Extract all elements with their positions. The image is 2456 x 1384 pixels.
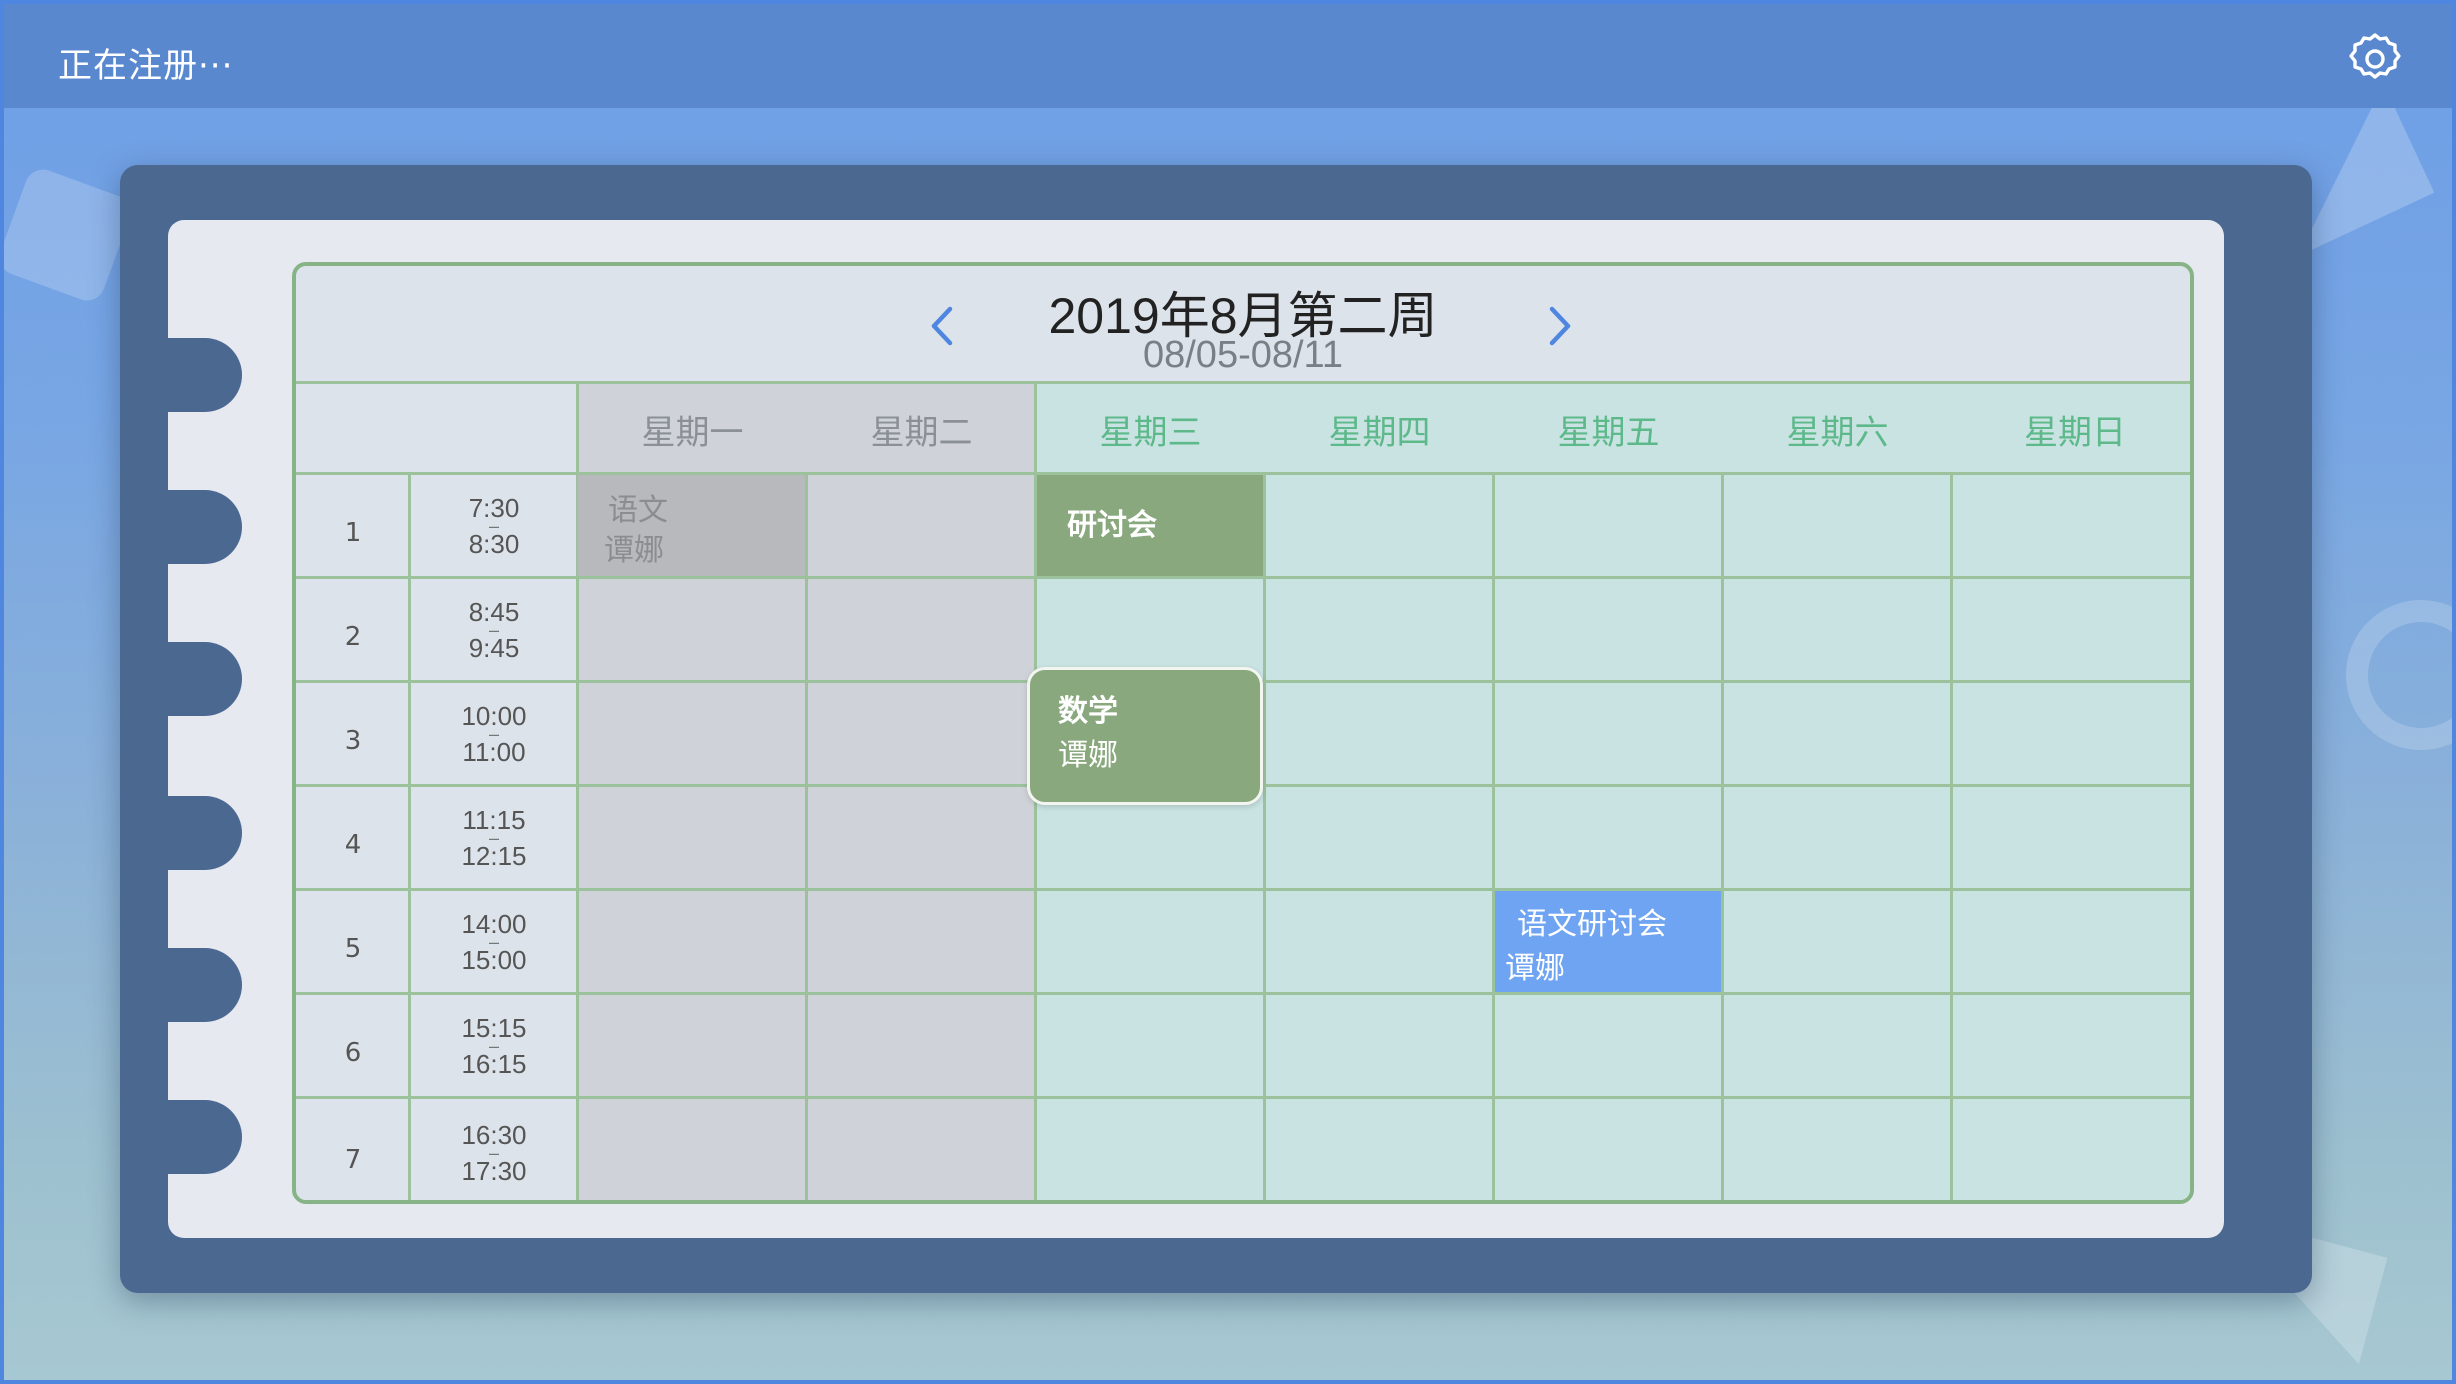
week-header: 2019年8月第二周 08/05-08/11 <box>296 266 2190 384</box>
grid-line <box>296 888 2190 891</box>
period-number: 3 <box>344 726 362 756</box>
binder-ring <box>168 490 242 564</box>
period-end: 16:15 <box>461 1049 527 1079</box>
grid-line <box>1263 472 1266 1200</box>
week-date-range: 08/05-08/11 <box>1142 334 1344 376</box>
status-title: 正在注册··· <box>58 46 234 86</box>
period-time: 10:00 – 11:00 <box>410 682 578 786</box>
class-card-math[interactable]: 数学 谭娜 <box>1027 667 1263 805</box>
class-subject: 语文 <box>608 493 668 528</box>
period-end: 8:30 <box>468 529 520 559</box>
period-number: 5 <box>344 934 362 964</box>
period-end: 12:15 <box>461 841 527 871</box>
period-row: 5 14:00 – 15:00 <box>296 890 2190 994</box>
class-card-chinese-mon[interactable]: 语文 谭娜 <box>578 475 805 576</box>
class-teacher: 谭娜 <box>604 533 664 568</box>
binder-ring <box>168 1100 242 1174</box>
settings-button[interactable] <box>2346 30 2404 88</box>
binder-ring <box>168 642 242 716</box>
grid-line <box>296 576 2190 579</box>
event-title: 研讨会 <box>1067 507 1157 543</box>
period-number: 7 <box>344 1145 362 1175</box>
period-row: 6 15:15 – 16:15 <box>296 994 2190 1098</box>
period-end: 17:30 <box>461 1156 527 1186</box>
grid-line <box>296 992 2190 995</box>
next-week-button[interactable] <box>1536 298 1586 354</box>
class-subject: 数学 <box>1058 694 1118 729</box>
day-header-fri: 星期五 <box>1557 412 1660 453</box>
day-header-mon: 星期一 <box>641 412 744 453</box>
day-header-row: 星期一 星期二 星期三 星期四 星期五 星期六 星期日 <box>296 384 2190 474</box>
day-header-thu: 星期四 <box>1328 412 1431 453</box>
grid-line <box>1950 472 1953 1200</box>
period-end: 9:45 <box>468 633 520 663</box>
period-row: 7 16:30 – 17:30 <box>296 1098 2190 1200</box>
day-header-sat: 星期六 <box>1786 412 1889 453</box>
period-number: 6 <box>344 1038 362 1068</box>
background-decoration <box>2346 600 2456 750</box>
period-time: 11:15 – 12:15 <box>410 786 578 890</box>
grid-line <box>805 472 808 1200</box>
period-end: 11:00 <box>462 737 526 767</box>
day-header-tue: 星期二 <box>870 412 973 453</box>
event-card-seminar[interactable]: 研讨会 <box>1037 475 1263 576</box>
binder-ring <box>168 338 242 412</box>
timetable-grid: 星期一 星期二 星期三 星期四 星期五 星期六 星期日 1 7:30 – 8:3… <box>296 384 2190 1200</box>
period-time: 8:45 – 9:45 <box>410 578 578 682</box>
day-header-wed: 星期三 <box>1099 412 1202 453</box>
period-time: 7:30 – 8:30 <box>410 474 578 578</box>
event-card-chinese-seminar[interactable]: 语文研讨会 谭娜 <box>1495 891 1721 992</box>
chevron-right-icon <box>1549 306 1571 346</box>
period-number: 4 <box>344 830 362 860</box>
period-time: 16:30 – 17:30 <box>410 1098 578 1200</box>
period-time: 14:00 – 15:00 <box>410 890 578 994</box>
period-number: 1 <box>344 518 362 548</box>
event-title: 语文研讨会 <box>1517 907 1667 942</box>
grid-line <box>1721 472 1724 1200</box>
binder-ring <box>168 948 242 1022</box>
period-end: 15:00 <box>461 945 527 975</box>
grid-line <box>408 472 411 1200</box>
period-time: 15:15 – 16:15 <box>410 994 578 1098</box>
class-teacher: 谭娜 <box>1058 738 1118 773</box>
period-number: 2 <box>344 622 362 652</box>
top-bar: 正在注册··· <box>4 4 2452 108</box>
binder-ring <box>168 796 242 870</box>
grid-line <box>1492 472 1495 1200</box>
background-decoration <box>0 164 136 306</box>
grid-line <box>296 1096 2190 1099</box>
gear-icon <box>2349 33 2401 79</box>
day-header-sun: 星期日 <box>2024 412 2126 453</box>
weekly-timetable: 2019年8月第二周 08/05-08/11 星期一 星期二 星期三 星期四 星… <box>292 262 2194 1204</box>
event-teacher: 谭娜 <box>1505 951 1565 986</box>
